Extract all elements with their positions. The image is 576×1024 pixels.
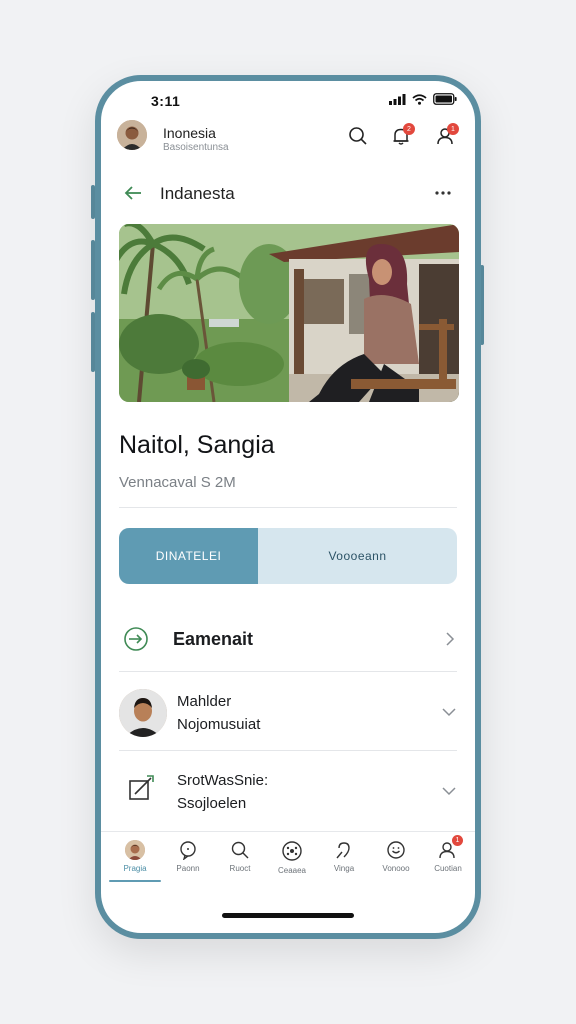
status-icons: [389, 93, 457, 105]
page-title: Indanesta: [160, 184, 235, 203]
contact-avatar: [119, 689, 167, 737]
edit-subtitle: Ssojloelen: [177, 795, 247, 812]
app-subtitle: Basoisentunsa: [163, 142, 229, 153]
notification-badge: 2: [403, 123, 415, 135]
edit-icon: [129, 775, 154, 800]
edit-title: SrotWasSnie:: [177, 772, 269, 789]
tab-icon-wrapper: 1: [437, 835, 463, 860]
divider: [119, 671, 457, 672]
app-title: Inonesia: [163, 125, 216, 141]
tab-label: Vonooo: [382, 864, 410, 873]
contact-name: Mahlder: [177, 693, 232, 710]
tab-vonooo[interactable]: Vonooo: [370, 840, 422, 873]
tab-badge: 1: [452, 835, 463, 846]
list-item-edit[interactable]: SrotWasSnie: Ssojloelen: [119, 758, 457, 828]
app-header: Inonesia Basoisentunsa 2 1: [101, 115, 475, 171]
tab-paonn[interactable]: Paonn: [162, 840, 214, 873]
segment-inactive[interactable]: Voooeann: [258, 528, 457, 584]
tab-cuotian[interactable]: 1 Cuotian: [422, 835, 474, 873]
list-item-primary[interactable]: Eamenait: [119, 611, 457, 671]
pin-icon: [336, 842, 350, 859]
tab-label: Vinga: [333, 864, 355, 873]
more-horizontal-icon: [435, 191, 451, 195]
profile-badge: 1: [447, 123, 459, 135]
segment-active[interactable]: DINATELEI: [119, 528, 258, 584]
speech-bubble-icon: [180, 841, 196, 860]
segmented-control: DINATELEI Voooeann: [119, 528, 457, 584]
tab-label: Cuotian: [434, 864, 462, 873]
user-avatar[interactable]: [117, 120, 147, 150]
tab-vinga[interactable]: Vinga: [318, 840, 370, 873]
tab-label: Paonn: [176, 864, 200, 873]
bottom-tab-bar: Pragia Paonn Ruoct Ceaaea Vinga Vonooo 1…: [101, 831, 475, 884]
notifications-button[interactable]: 2: [387, 122, 415, 150]
home-indicator[interactable]: [222, 913, 354, 918]
nav-bar: Indanesta: [101, 171, 475, 215]
tab-pragia[interactable]: Pragia: [109, 840, 161, 873]
tab-ceaaea[interactable]: Ceaaea: [266, 840, 318, 875]
tab-label: Ceaaea: [277, 866, 307, 875]
chevron-right-icon: [446, 632, 455, 646]
list-item-contact[interactable]: Mahlder Nojomusuiat: [119, 679, 457, 749]
person-meta: Vennacaval S 2M: [119, 474, 236, 491]
hub-icon: [282, 841, 302, 861]
face-icon: [387, 841, 405, 859]
person-name: Naitol, Sangia: [119, 431, 275, 459]
phone-frame: 3:11 Inonesia Basoisentunsa 2 1 Indanest…: [95, 75, 481, 939]
profile-button[interactable]: 1: [431, 122, 459, 150]
more-options-button[interactable]: [429, 179, 457, 207]
back-arrow-icon: [124, 186, 141, 200]
divider: [119, 750, 457, 751]
avatar-icon: [125, 840, 145, 860]
search-icon: [231, 841, 249, 859]
app-screen: 3:11 Inonesia Basoisentunsa 2 1 Indanest…: [101, 81, 475, 933]
chevron-down-icon: [442, 708, 456, 717]
contact-role: Nojomusuiat: [177, 716, 261, 733]
tab-ruoct[interactable]: Ruoct: [214, 840, 266, 873]
refresh-circle-icon: [124, 627, 148, 651]
wifi-icon: [412, 93, 427, 105]
active-tab-indicator: [109, 880, 161, 882]
profile-photo: [119, 224, 459, 402]
signal-icon: [389, 93, 406, 105]
divider: [119, 507, 457, 508]
chevron-down-icon: [442, 787, 456, 796]
tab-label: Pragia: [123, 864, 147, 873]
battery-icon: [433, 93, 457, 105]
search-button[interactable]: [344, 122, 372, 150]
back-button[interactable]: [119, 179, 147, 207]
search-icon: [349, 127, 367, 145]
list-item-title: Eamenait: [173, 629, 254, 649]
tab-label: Ruoct: [229, 864, 251, 873]
status-time: 3:11: [151, 93, 181, 109]
